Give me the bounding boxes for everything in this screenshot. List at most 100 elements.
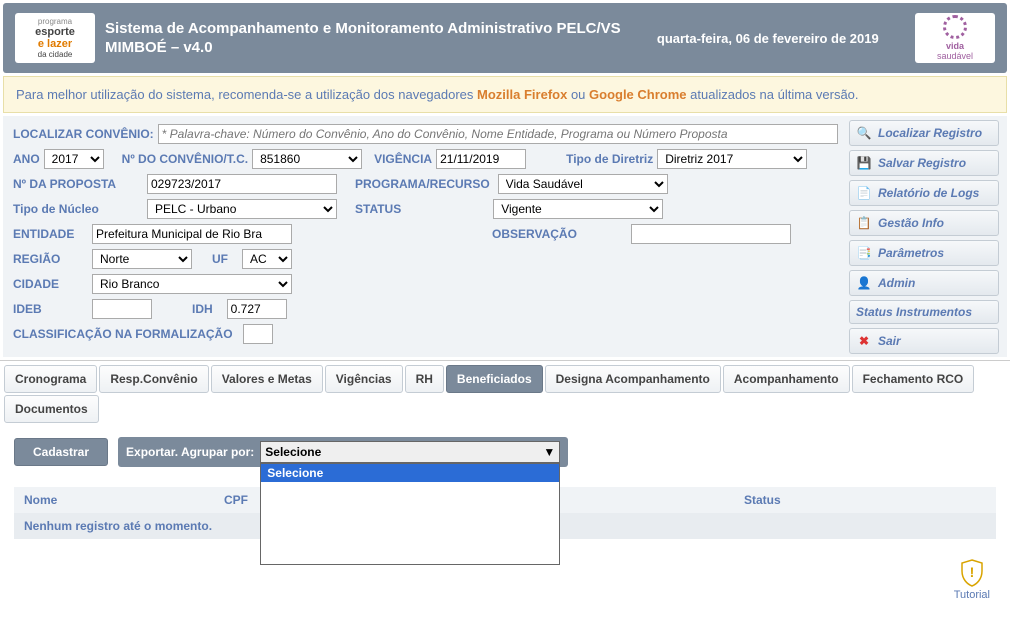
logo-line: vida bbox=[946, 41, 964, 51]
dropdown-option[interactable]: Beneficiados (Ativos) x Núcleos/Subnúcle… bbox=[261, 482, 559, 514]
info-icon: 📋 bbox=[856, 215, 872, 231]
localizar-registro-button[interactable]: 🔍Localizar Registro bbox=[849, 120, 999, 146]
notice-suffix: atualizados na última versão. bbox=[687, 87, 859, 102]
n-convenio-label: Nº DO CONVÊNIO/T.C. bbox=[122, 152, 248, 166]
logo-line: programa bbox=[35, 17, 75, 26]
n-proposta-label: Nº DA PROPOSTA bbox=[13, 177, 143, 191]
regiao-select[interactable]: Norte bbox=[92, 249, 192, 269]
status-select[interactable]: Vigente bbox=[493, 199, 663, 219]
main-tabs: Cronograma Resp.Convênio Valores e Metas… bbox=[0, 360, 1010, 427]
tab-documentos[interactable]: Documentos bbox=[4, 395, 99, 423]
entidade-input[interactable] bbox=[92, 224, 292, 244]
title-line2: MIMBOÉ – v4.0 bbox=[105, 38, 621, 58]
exportar-dropdown: Selecione Beneficiados (Ativos) x Núcleo… bbox=[260, 463, 560, 565]
tab-designa-acompanhamento[interactable]: Designa Acompanhamento bbox=[545, 365, 721, 393]
classificacao-label: CLASSIFICAÇÃO NA FORMALIZAÇÃO bbox=[13, 327, 233, 341]
tab-content: Cadastrar Exportar. Agrupar por: Selecio… bbox=[0, 427, 1010, 549]
tab-acompanhamento[interactable]: Acompanhamento bbox=[723, 365, 850, 393]
logo-esporte-lazer: programa esporte e lazer da cidade bbox=[15, 13, 95, 63]
admin-icon: 👤 bbox=[856, 275, 872, 291]
dropdown-option[interactable]: Selecione bbox=[261, 464, 559, 482]
classificacao-input[interactable] bbox=[243, 324, 273, 344]
tipo-nucleo-select[interactable]: PELC - Urbano bbox=[147, 199, 337, 219]
dropdown-option[interactable]: Núcleos/Subnúcleos x Beneficiados bbox=[261, 546, 559, 564]
btn-label: Parâmetros bbox=[878, 246, 944, 260]
chevron-down-icon: ▼ bbox=[543, 445, 555, 459]
tab-cronograma[interactable]: Cronograma bbox=[4, 365, 97, 393]
browser-notice: Para melhor utilização do sistema, recom… bbox=[3, 76, 1007, 113]
tipo-diretriz-label: Tipo de Diretriz bbox=[566, 152, 653, 166]
dropdown-option[interactable]: Beneficiados (Ativos) x Núcleos/Subnúcle… bbox=[261, 514, 559, 546]
report-icon: 📄 bbox=[856, 185, 872, 201]
btn-label: Salvar Registro bbox=[878, 156, 966, 170]
logo-line: da cidade bbox=[35, 50, 75, 59]
idh-input[interactable] bbox=[227, 299, 287, 319]
regiao-label: REGIÃO bbox=[13, 252, 88, 266]
parametros-button[interactable]: 📑 Parâmetros bbox=[849, 240, 999, 266]
tutorial-link[interactable]: ! Tutorial bbox=[954, 559, 990, 601]
logo-line: e lazer bbox=[35, 38, 75, 50]
ideb-input[interactable] bbox=[92, 299, 152, 319]
logo-vida-saudavel: vida saudável bbox=[915, 13, 995, 63]
status-instrumentos-button[interactable]: Status Instrumentos bbox=[849, 300, 999, 324]
vigencia-label: VIGÊNCIA bbox=[374, 152, 432, 166]
vigencia-input[interactable] bbox=[436, 149, 526, 169]
tipo-nucleo-label: Tipo de Núcleo bbox=[13, 202, 143, 216]
tab-rh[interactable]: RH bbox=[405, 365, 444, 393]
tipo-diretriz-select[interactable]: Diretriz 2017 bbox=[657, 149, 807, 169]
exportar-select-wrap: Selecione ▼ Selecione Beneficiados (Ativ… bbox=[260, 441, 560, 463]
uf-select[interactable]: AC bbox=[242, 249, 292, 269]
shield-icon: ! bbox=[960, 559, 984, 587]
svg-text:!: ! bbox=[970, 564, 975, 580]
tab-resp-convenio[interactable]: Resp.Convênio bbox=[99, 365, 208, 393]
save-icon: 💾 bbox=[856, 155, 872, 171]
sair-button[interactable]: ✖Sair bbox=[849, 328, 999, 354]
btn-label: Status Instrumentos bbox=[856, 305, 972, 319]
localizar-convenio-label: LOCALIZAR CONVÊNIO: bbox=[13, 127, 154, 141]
app-title: Sistema de Acompanhamento e Monitorament… bbox=[105, 19, 621, 58]
tab-valores-metas[interactable]: Valores e Metas bbox=[211, 365, 323, 393]
admin-button[interactable]: 👤Admin bbox=[849, 270, 999, 296]
programa-recurso-select[interactable]: Vida Saudável bbox=[498, 174, 668, 194]
gear-icon: 📑 bbox=[856, 245, 872, 261]
entidade-label: ENTIDADE bbox=[13, 227, 88, 241]
uf-label: UF bbox=[212, 252, 228, 266]
observacao-label: OBSERVAÇÃO bbox=[492, 227, 577, 241]
n-proposta-input[interactable] bbox=[147, 174, 337, 194]
title-line1: Sistema de Acompanhamento e Monitorament… bbox=[105, 19, 621, 39]
btn-label: Localizar Registro bbox=[878, 126, 982, 140]
ano-select[interactable]: 2017 bbox=[44, 149, 104, 169]
cidade-select[interactable]: Rio Branco bbox=[92, 274, 292, 294]
localizar-convenio-input[interactable] bbox=[158, 124, 838, 144]
tab-fechamento-rco[interactable]: Fechamento RCO bbox=[852, 365, 975, 393]
search-form-panel: LOCALIZAR CONVÊNIO: ANO 2017 Nº DO CONVÊ… bbox=[3, 116, 1007, 357]
tab-beneficiados[interactable]: Beneficiados bbox=[446, 365, 543, 393]
status-label: STATUS bbox=[355, 202, 401, 216]
observacao-input[interactable] bbox=[631, 224, 791, 244]
close-icon: ✖ bbox=[856, 333, 872, 349]
n-convenio-select[interactable]: 851860 bbox=[252, 149, 362, 169]
action-row: Cadastrar Exportar. Agrupar por: Selecio… bbox=[14, 437, 996, 467]
tab-vigencias[interactable]: Vigências bbox=[325, 365, 403, 393]
btn-label: Gestão Info bbox=[878, 216, 944, 230]
btn-label: Relatório de Logs bbox=[878, 186, 979, 200]
exportar-group: Exportar. Agrupar por: Selecione ▼ Selec… bbox=[118, 437, 568, 467]
exportar-select[interactable]: Selecione ▼ bbox=[260, 441, 560, 463]
cidade-label: CIDADE bbox=[13, 277, 88, 291]
relatorio-logs-button[interactable]: 📄 Relatório de Logs bbox=[849, 180, 999, 206]
header-date: quarta-feira, 06 de fevereiro de 2019 bbox=[657, 31, 879, 46]
gestao-info-button[interactable]: 📋 Gestão Info bbox=[849, 210, 999, 236]
side-action-panel: 🔍Localizar Registro 💾 Salvar Registro 📄 Re… bbox=[849, 120, 999, 358]
notice-browser2: Google Chrome bbox=[589, 87, 687, 102]
salvar-registro-button[interactable]: 💾 Salvar Registro bbox=[849, 150, 999, 176]
tutorial-label: Tutorial bbox=[954, 589, 990, 601]
ano-label: ANO bbox=[13, 152, 40, 166]
notice-middle: ou bbox=[567, 87, 589, 102]
col-nome: Nome bbox=[24, 493, 224, 507]
idh-label: IDH bbox=[192, 302, 213, 316]
cadastrar-button[interactable]: Cadastrar bbox=[14, 438, 108, 466]
empty-message: Nenhum registro até o momento. bbox=[24, 519, 212, 533]
header-left: programa esporte e lazer da cidade Siste… bbox=[15, 13, 621, 63]
logo-line: esporte bbox=[35, 26, 75, 38]
notice-prefix: Para melhor utilização do sistema, recom… bbox=[16, 87, 477, 102]
